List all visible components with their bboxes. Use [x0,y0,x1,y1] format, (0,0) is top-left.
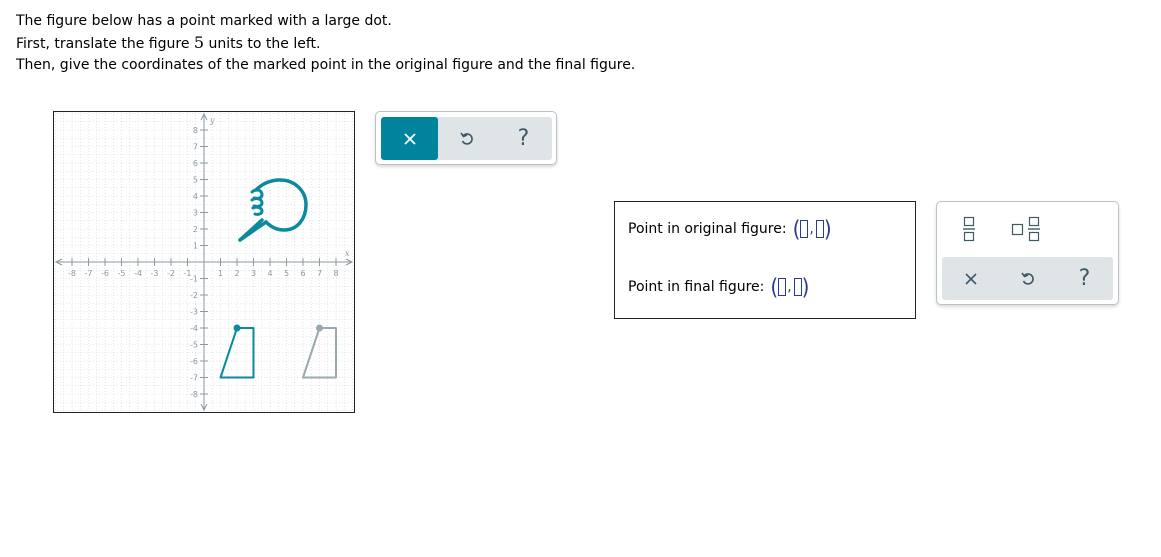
x-axis-label: x [345,249,350,258]
left-paren: ( [792,215,801,243]
right-paren: ) [823,215,832,243]
instruction-line-1: The figure below has a point marked with… [16,13,392,29]
final-x-input[interactable] [778,278,787,296]
keypad-clear-button[interactable] [942,257,999,300]
instruction-line-2: First, translate the figure 5 units to t… [16,32,635,55]
original-point-input[interactable]: (,) [792,215,832,243]
x-tick-label: 8 [333,269,338,278]
original-point-row: Point in original figure: (,) [628,217,832,241]
mixed-number-icon [1011,216,1040,242]
y-tick-label: -8 [190,390,198,399]
y-tick-label: -5 [190,341,198,350]
y-tick-label: -2 [190,291,198,300]
answer-box: Point in original figure: (,) Point in f… [614,201,916,319]
left-paren: ( [770,273,779,301]
graph-toolbar: ? [375,111,557,165]
x-tick-label: -2 [167,269,175,278]
instructions: The figure below has a point marked with… [16,11,635,76]
y-axis-label: y [209,116,215,125]
final-point-input[interactable]: (,) [770,273,810,301]
y-tick-label: -1 [190,275,198,284]
close-icon [964,272,977,285]
y-tick-label: -7 [190,374,198,383]
original-figure-marked-point[interactable] [316,324,323,332]
original-x-input[interactable] [800,220,809,238]
translated-figure-marked-point[interactable] [233,324,241,332]
y-tick-label: 7 [193,143,198,152]
x-tick-label: -7 [85,269,93,278]
x-tick-label: -6 [101,269,109,278]
fraction-button[interactable] [949,210,989,248]
original-y-input[interactable] [815,220,824,238]
y-tick-label: 5 [193,176,198,185]
final-point-label: Point in final figure: [628,279,765,295]
x-tick-label: 2 [234,269,239,278]
x-tick-label: 4 [267,269,272,278]
keypad-undo-button[interactable] [999,257,1056,300]
x-tick-label: -5 [118,269,126,278]
y-tick-label: 3 [193,209,198,218]
y-tick-label: -3 [190,308,198,317]
y-tick-label: 1 [193,242,198,251]
fraction-icon [963,216,975,242]
comma: , [809,221,814,237]
y-tick-label: 2 [193,225,198,234]
y-tick-label: 4 [193,192,198,201]
graph-canvas[interactable]: -8 -7 -6 -5 -4 -3 -2 -1 1 2 3 4 5 6 7 887654321-1-2-3-4… [54,112,354,412]
x-tick-label: 5 [284,269,289,278]
y-tick-label: 8 [193,126,198,135]
right-paren: ) [801,273,810,301]
coordinate-graph[interactable]: -8 -7 -6 -5 -4 -3 -2 -1 1 2 3 4 5 6 7 8 8 7 6 5 4 3 2 1 -1 -2 -3 -4… [53,111,355,413]
final-point-row: Point in final figure: (,) [628,275,809,299]
x-tick-label: 6 [300,269,305,278]
x-tick-label: -8 [68,269,76,278]
undo-button[interactable] [438,117,495,160]
pointing-hand-icon [238,178,308,242]
undo-icon [459,132,473,145]
x-tick-label: 7 [317,269,322,278]
help-button[interactable]: ? [495,117,552,160]
comma: , [787,279,792,295]
undo-icon [1020,272,1034,285]
translation-amount: 5 [193,33,205,52]
math-keypad: ? [936,201,1119,305]
instruction-line-2-end: units to the left. [204,36,321,52]
y-tick-label: -4 [190,324,198,333]
y-tick-label: 6 [193,159,198,168]
keypad-help-button[interactable]: ? [1056,257,1113,300]
original-point-label: Point in original figure: [628,221,787,237]
close-icon [403,132,416,145]
x-tick-label: -3 [151,269,159,278]
mixed-number-button[interactable] [1007,210,1047,248]
y-tick-label: -6 [190,357,198,366]
final-y-input[interactable] [793,278,802,296]
clear-button[interactable] [381,117,438,160]
x-tick-label: 1 [218,269,223,278]
x-tick-label: -4 [134,269,142,278]
x-tick-label: 3 [251,269,256,278]
instruction-line-2-start: First, translate the figure [16,36,194,52]
instruction-line-3: Then, give the coordinates of the marked… [16,57,636,73]
